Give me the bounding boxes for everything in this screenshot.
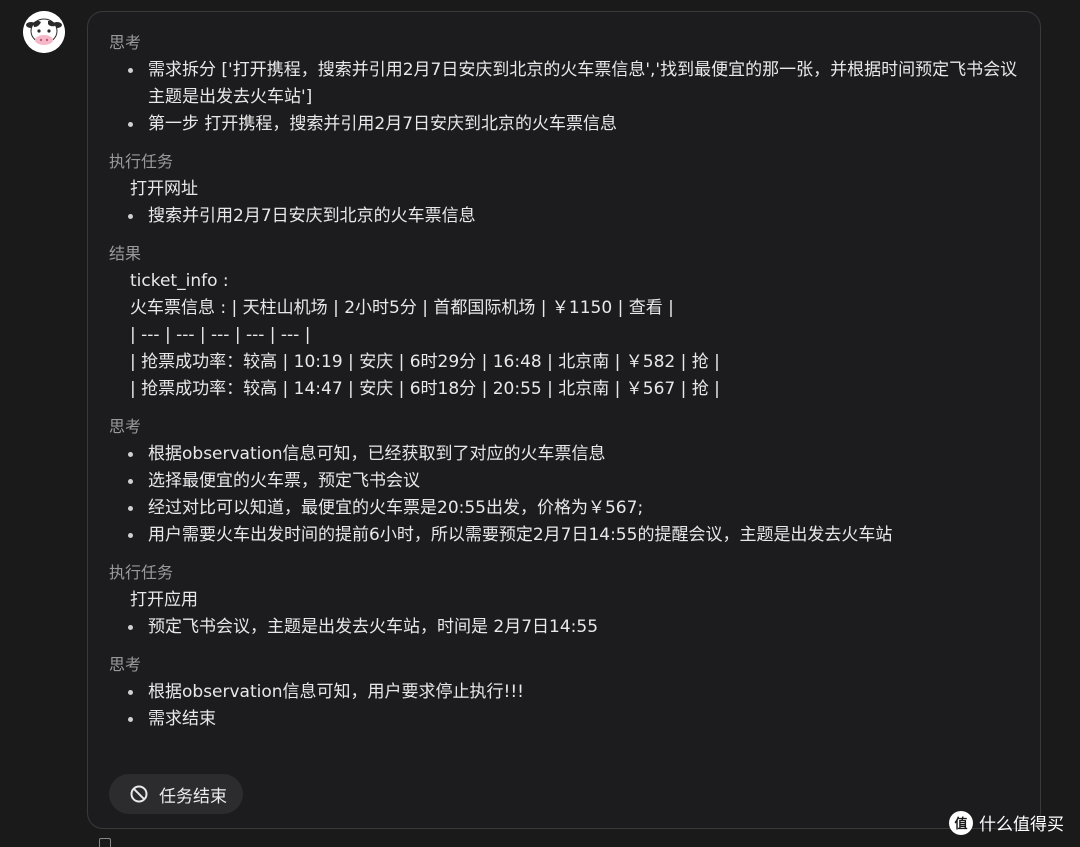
section-label-thinking: 思考 <box>109 417 142 436</box>
message-card: 思考 需求拆分 ['打开携程，搜索并引用2月7日安庆到北京的火车票信息','找到… <box>87 11 1041 829</box>
section-label-execute: 执行任务 <box>109 563 174 582</box>
ban-icon <box>130 785 148 803</box>
task-action: 打开网址 <box>130 179 198 199</box>
watermark: 值 什么值得买 <box>949 810 1064 835</box>
watermark-logo: 值 <box>949 810 973 835</box>
cow-icon <box>23 11 65 53</box>
result-line: | 抢票成功率：较高 | 14:47 | 安庆 | 6时18分 | 20:55 … <box>130 379 720 399</box>
section-label-result: 结果 <box>109 244 142 263</box>
execute-list: 预定飞书会议，主题是出发去火车站，时间是 2月7日14:55 <box>109 614 1024 641</box>
result-block: ticket_info : 火车票信息 : | 天柱山机场 | 2小时5分 | … <box>109 268 1024 403</box>
result-line: | 抢票成功率：较高 | 10:19 | 安庆 | 6时29分 | 16:48 … <box>130 352 720 372</box>
list-item: 根据observation信息可知，已经获取到了对应的火车票信息 <box>128 441 1024 468</box>
section-label-thinking: 思考 <box>109 33 142 52</box>
section-label-thinking: 思考 <box>109 655 142 674</box>
watermark-text: 什么值得买 <box>979 815 1064 835</box>
list-item: 用户需要火车出发时间的提前6小时，所以需要预定2月7日14:55的提醒会议，主题… <box>128 522 1024 549</box>
list-item: 预定飞书会议，主题是出发去火车站，时间是 2月7日14:55 <box>128 614 1024 641</box>
thinking-list: 根据observation信息可知，已经获取到了对应的火车票信息 选择最便宜的火… <box>109 441 1024 549</box>
list-item: 根据observation信息可知，用户要求停止执行!!! <box>128 679 1024 706</box>
thinking-list: 根据observation信息可知，用户要求停止执行!!! 需求结束 <box>109 679 1024 733</box>
list-item: 搜索并引用2月7日安庆到北京的火车票信息 <box>128 203 1024 230</box>
message-content: 思考 需求拆分 ['打开携程，搜索并引用2月7日安庆到北京的火车票信息','找到… <box>109 30 1024 733</box>
task-action: 打开应用 <box>130 590 198 610</box>
task-end-label: 任务结束 <box>159 786 227 807</box>
list-item: 选择最便宜的火车票，预定飞书会议 <box>128 468 1024 495</box>
list-item: 经过对比可以知道，最便宜的火车票是20:55出发，价格为￥567; <box>128 495 1024 522</box>
list-item: 第一步 打开携程，搜索并引用2月7日安庆到北京的火车票信息 <box>128 111 1024 138</box>
result-line: | --- | --- | --- | --- | --- | <box>130 325 311 345</box>
task-end-button[interactable]: 任务结束 <box>109 774 243 814</box>
execute-list: 搜索并引用2月7日安庆到北京的火车票信息 <box>109 203 1024 230</box>
result-line: 火车票信息 : | 天柱山机场 | 2小时5分 | 首都国际机场 | ￥1150… <box>130 298 674 318</box>
result-line: ticket_info : <box>130 271 229 291</box>
list-item: 需求结束 <box>128 706 1024 733</box>
list-item: 需求拆分 ['打开携程，搜索并引用2月7日安庆到北京的火车票信息','找到最便宜… <box>128 57 1024 111</box>
avatar <box>23 11 65 53</box>
thinking-list: 需求拆分 ['打开携程，搜索并引用2月7日安庆到北京的火车票信息','找到最便宜… <box>109 57 1024 138</box>
section-label-execute: 执行任务 <box>109 152 174 171</box>
